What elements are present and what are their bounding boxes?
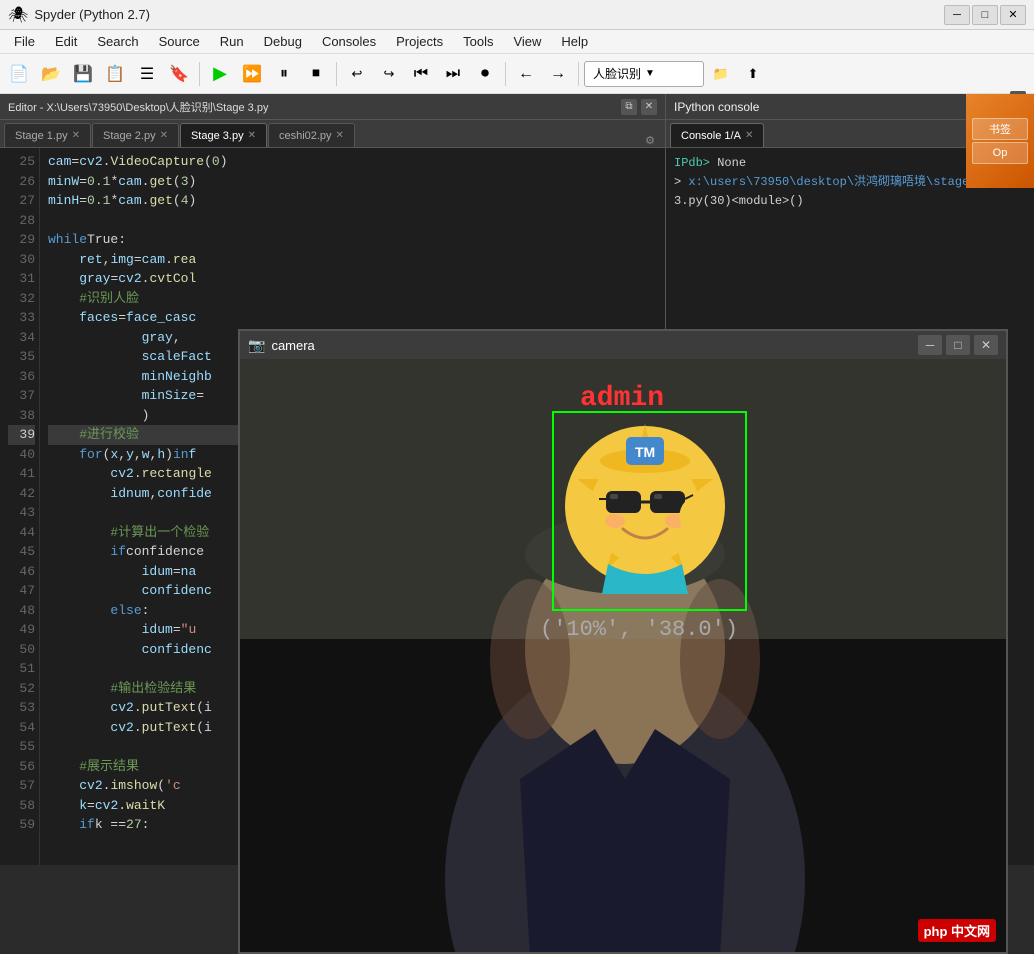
- app-icon: 🕷: [8, 5, 28, 25]
- camera-titlebar: 📷 camera ─ □ ✕: [240, 331, 1006, 359]
- line-numbers: 25262728 29303132 33343536 373839 404142…: [0, 148, 40, 865]
- run-cell-button[interactable]: ⏩: [237, 59, 267, 89]
- menu-consoles[interactable]: Consoles: [312, 30, 386, 53]
- face-identity-label: admin: [580, 383, 664, 414]
- run-button[interactable]: ▶: [205, 59, 235, 89]
- toolbar-separator-3: [505, 62, 506, 86]
- menu-file[interactable]: File: [4, 30, 45, 53]
- ipy-line-3: 3.py(30)<module>(): [674, 192, 1026, 211]
- open-file-button[interactable]: 📂: [36, 59, 66, 89]
- navigate-back-button[interactable]: ←: [511, 59, 541, 89]
- debug-button[interactable]: ⏸: [269, 59, 299, 89]
- tab-stage2-label: Stage 2.py: [103, 130, 156, 142]
- menu-view[interactable]: View: [503, 30, 551, 53]
- save-button[interactable]: 💾: [68, 59, 98, 89]
- stop-button[interactable]: ⏹: [301, 59, 331, 89]
- new-file-button[interactable]: 📄: [4, 59, 34, 89]
- editor-titlebar: Editor - X:\Users\73950\Desktop\人脸识别\Sta…: [0, 94, 665, 120]
- main-area: Editor - X:\Users\73950\Desktop\人脸识别\Sta…: [0, 94, 1034, 865]
- svg-text:TM: TM: [635, 444, 655, 460]
- tab-stage3-close[interactable]: ✕: [248, 130, 256, 141]
- tab-ceshi02-close[interactable]: ✕: [336, 130, 344, 141]
- camera-minimize-button[interactable]: ─: [918, 335, 942, 355]
- camera-maximize-button[interactable]: □: [946, 335, 970, 355]
- minimize-button[interactable]: ─: [944, 5, 970, 25]
- tab-settings-icon[interactable]: ⚙: [639, 134, 661, 147]
- folder-button[interactable]: 📁: [706, 59, 736, 89]
- php-watermark: php 中文网: [918, 919, 996, 942]
- corner-button-op[interactable]: Op: [972, 142, 1028, 164]
- confidence-text: ('10%', '38.0'): [540, 617, 738, 642]
- editor-close-button[interactable]: ✕: [641, 99, 657, 115]
- step-in-button[interactable]: ↩: [342, 59, 372, 89]
- tab-stage1-label: Stage 1.py: [15, 130, 68, 142]
- toolbar-separator-2: [336, 62, 337, 86]
- tab-console1a-label: Console 1/A: [681, 130, 741, 142]
- maximize-button[interactable]: □: [972, 5, 998, 25]
- toolbar-separator-4: [578, 62, 579, 86]
- tab-stage1-close[interactable]: ✕: [72, 130, 80, 141]
- tab-stage2[interactable]: Stage 2.py ✕: [92, 123, 179, 147]
- camera-window: 📷 camera ─ □ ✕: [238, 329, 1008, 954]
- close-button[interactable]: ✕: [1000, 5, 1026, 25]
- step-out-button[interactable]: ↪: [374, 59, 404, 89]
- right-corner-panel: 书签 Op: [966, 94, 1034, 188]
- app-title: Spyder (Python 2.7): [34, 7, 150, 22]
- camera-viewport: admin: [240, 359, 1006, 952]
- tab-console1a[interactable]: Console 1/A ✕: [670, 123, 764, 147]
- tab-console1a-close[interactable]: ✕: [745, 130, 753, 141]
- camera-close-button[interactable]: ✕: [974, 335, 998, 355]
- toolbar-separator-1: [199, 62, 200, 86]
- project-dropdown-label: 人脸识别: [593, 65, 641, 82]
- tab-stage1[interactable]: Stage 1.py ✕: [4, 123, 91, 147]
- menu-edit[interactable]: Edit: [45, 30, 87, 53]
- camera-icon: 📷: [248, 337, 265, 354]
- project-dropdown[interactable]: 人脸识别 ▼: [584, 61, 704, 87]
- camera-window-title: camera: [271, 338, 912, 353]
- tab-ceshi02[interactable]: ceshi02.py ✕: [268, 123, 355, 147]
- camera-window-buttons: ─ □ ✕: [918, 335, 998, 355]
- menu-source[interactable]: Source: [149, 30, 210, 53]
- editor-tabs: Stage 1.py ✕ Stage 2.py ✕ Stage 3.py ✕ c…: [0, 120, 665, 148]
- editor-pane-buttons: ⧉ ✕: [621, 99, 657, 115]
- list-button[interactable]: ☰: [132, 59, 162, 89]
- menu-bar: File Edit Search Source Run Debug Consol…: [0, 30, 1034, 54]
- menu-projects[interactable]: Projects: [386, 30, 453, 53]
- menu-run[interactable]: Run: [210, 30, 254, 53]
- record-button[interactable]: ⏺: [470, 59, 500, 89]
- copy-button[interactable]: 📋: [100, 59, 130, 89]
- tab-stage3-label: Stage 3.py: [191, 130, 244, 142]
- bookmark-button[interactable]: 🔖: [164, 59, 194, 89]
- editor-path: Editor - X:\Users\73950\Desktop\人脸识别\Sta…: [8, 99, 621, 115]
- window-controls[interactable]: ─ □ ✕: [944, 5, 1026, 25]
- editor-float-button[interactable]: ⧉: [621, 99, 637, 115]
- mascot-overlay: TM: [558, 419, 733, 594]
- menu-tools[interactable]: Tools: [453, 30, 503, 53]
- upload-button[interactable]: ⬆: [738, 59, 768, 89]
- tab-stage3[interactable]: Stage 3.py ✕: [180, 123, 267, 147]
- prev-button[interactable]: ⏮: [406, 59, 436, 89]
- tab-ceshi02-label: ceshi02.py: [279, 130, 332, 142]
- menu-search[interactable]: Search: [87, 30, 148, 53]
- chevron-down-icon: ▼: [645, 68, 655, 79]
- corner-button-1[interactable]: 书签: [972, 118, 1028, 140]
- navigate-forward-button[interactable]: →: [543, 59, 573, 89]
- menu-debug[interactable]: Debug: [254, 30, 312, 53]
- menu-help[interactable]: Help: [551, 30, 598, 53]
- ipython-title: IPython console: [674, 100, 1010, 114]
- tab-stage2-close[interactable]: ✕: [160, 130, 168, 141]
- title-bar: 🕷 Spyder (Python 2.7) ─ □ ✕: [0, 0, 1034, 30]
- mascot-svg: TM: [558, 419, 733, 594]
- toolbar: 📄 📂 💾 📋 ☰ 🔖 ▶ ⏩ ⏸ ⏹ ↩ ↪ ⏮ ⏭ ⏺ ← → 人脸识别 ▼…: [0, 54, 1034, 94]
- next-button[interactable]: ⏭: [438, 59, 468, 89]
